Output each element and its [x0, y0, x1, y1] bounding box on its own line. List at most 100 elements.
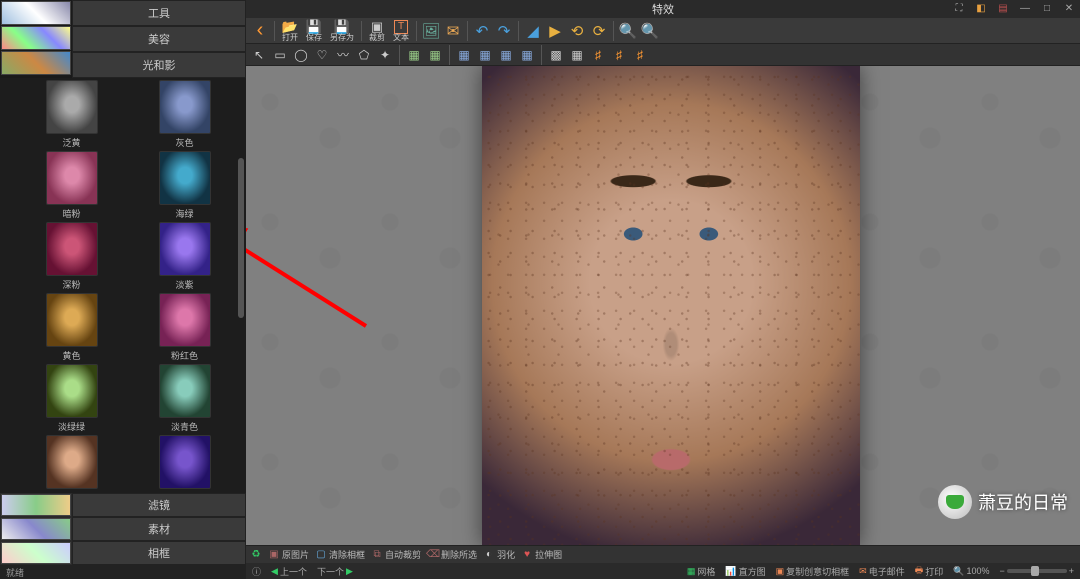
preset-item[interactable]: 淡紫 [143, 222, 226, 291]
grid-icon[interactable]: ▦ [568, 46, 586, 64]
preset-item[interactable]: 深粉 [30, 222, 113, 291]
crop-button[interactable]: ▣裁剪 [366, 19, 388, 43]
preset-item[interactable]: 淡青色 [143, 364, 226, 433]
effect3-icon[interactable]: ▦ [497, 46, 515, 64]
print-icon: 🖶 [915, 563, 924, 579]
preset-grid[interactable]: 泛黄 灰色 暗粉 海绿 深粉 淡紫 黄色 粉红色 淡绿绿 淡青色 橙黄 紫色 [0, 78, 246, 493]
polygon-icon[interactable]: ⬠ [355, 46, 373, 64]
back-icon[interactable]: ‹ [250, 21, 270, 41]
auto-crop-button[interactable]: ⧉自动裁剪 [371, 548, 421, 561]
save-button[interactable]: 💾保存 [303, 19, 325, 43]
sidebar-tab-lightshadow[interactable]: 光和影 [72, 52, 246, 78]
preset-item[interactable]: 淡绿绿 [30, 364, 113, 433]
info-icon[interactable]: ⓘ [252, 565, 261, 578]
email-button[interactable]: ✉电子邮件 [859, 565, 905, 578]
fullscreen-icon[interactable]: ⛶ [952, 1, 966, 15]
main-toolbar: ‹ 📂打开 💾保存 💾另存为 ▣裁剪 T文本 🖼 ✉ ↶ ↷ ◢ ▶ ⟲ ⟳ 🔍… [246, 18, 1080, 44]
prev-button[interactable]: ◀上一个 [271, 565, 307, 578]
maximize-button[interactable]: □ [1040, 1, 1054, 15]
checker-icon[interactable]: ▩ [547, 46, 565, 64]
sidebar-tab-beauty[interactable]: 美容 [72, 26, 246, 52]
rect-select-icon[interactable]: ▭ [271, 46, 289, 64]
preset-item[interactable]: 橙黄 [30, 435, 113, 493]
ellipse-select-icon[interactable]: ◯ [292, 46, 310, 64]
preset-item[interactable]: 灰色 [143, 80, 226, 149]
rotate-right-icon[interactable]: ⟳ [589, 21, 609, 41]
heart-select-icon[interactable]: ♡ [313, 46, 331, 64]
sidebar-tab-filter[interactable]: 滤镜 [72, 493, 246, 517]
snap3-icon[interactable]: ♯ [631, 46, 649, 64]
preset-label: 淡青色 [171, 420, 198, 433]
category-thumb[interactable] [1, 1, 71, 25]
canvas-image[interactable] [482, 66, 860, 545]
saveas-icon: 💾 [334, 20, 350, 34]
slider-track[interactable] [1007, 569, 1067, 573]
sidebar-tab-frame[interactable]: 相框 [72, 541, 246, 565]
close-button[interactable]: ✕ [1062, 1, 1076, 15]
rotate-left-icon[interactable]: ⟲ [567, 21, 587, 41]
histogram-button[interactable]: 📊直方图 [725, 565, 765, 578]
layer1-icon[interactable]: ▦ [405, 46, 423, 64]
preset-item[interactable]: 黄色 [30, 293, 113, 362]
preset-item[interactable]: 粉红色 [143, 293, 226, 362]
delete-selection-button[interactable]: ⌫删除所选 [427, 548, 477, 561]
print-button[interactable]: 🖶打印 [915, 563, 944, 579]
image-tool-icon[interactable]: 🖼 [421, 21, 441, 41]
effect1-icon[interactable]: ▦ [455, 46, 473, 64]
zoom-slider[interactable]: −+ [999, 566, 1074, 576]
grid-label: 网格 [697, 565, 715, 578]
stretch-label: 拉伸图 [535, 548, 562, 561]
clear-frame-button[interactable]: ▢清除相框 [315, 548, 365, 561]
snap1-icon[interactable]: ♯ [589, 46, 607, 64]
separator [416, 21, 417, 41]
text-button[interactable]: T文本 [390, 19, 412, 43]
feather-button[interactable]: ◐羽化 [483, 548, 515, 561]
snap2-icon[interactable]: ♯ [610, 46, 628, 64]
preset-item[interactable]: 紫色 [143, 435, 226, 493]
stretch-button[interactable]: ♥拉伸图 [521, 548, 562, 561]
zoom-display[interactable]: 🔍100% [953, 566, 989, 577]
effect4-icon[interactable]: ▦ [518, 46, 536, 64]
undo-icon[interactable]: ↶ [472, 21, 492, 41]
sidebar: 工具 美容 光和影 泛黄 灰色 暗粉 海绿 深粉 淡紫 黄色 粉红色 淡绿绿 淡… [0, 0, 246, 579]
separator [541, 45, 542, 65]
send-icon[interactable]: ✉ [443, 21, 463, 41]
preset-item[interactable]: 暗粉 [30, 151, 113, 220]
sidebar-tab-tools[interactable]: 工具 [72, 0, 246, 26]
category-thumb[interactable] [1, 494, 71, 516]
next-button[interactable]: 下一个▶ [317, 565, 353, 578]
clip-button[interactable]: ▣复制创意切相框 [776, 565, 850, 578]
flip-h-icon[interactable]: ◢ [523, 21, 543, 41]
zoom-in-icon[interactable]: 🔍 [618, 21, 638, 41]
category-thumb[interactable] [1, 51, 71, 75]
original-button[interactable]: ▣原图片 [268, 548, 309, 561]
layer2-icon[interactable]: ▦ [426, 46, 444, 64]
settings-icon[interactable]: ◧ [974, 1, 988, 15]
grid-button[interactable]: ▦网格 [687, 565, 716, 578]
preset-item[interactable]: 泛黄 [30, 80, 113, 149]
minimize-button[interactable]: — [1018, 1, 1032, 15]
flip-v-icon[interactable]: ▶ [545, 21, 565, 41]
category-thumb[interactable] [1, 26, 71, 50]
feather-icon: ◐ [483, 549, 495, 561]
wand-icon[interactable]: ✦ [376, 46, 394, 64]
lasso-icon[interactable]: 〰 [334, 46, 352, 64]
recycle-button[interactable]: ♻ [250, 549, 262, 561]
note-icon[interactable]: ▤ [996, 1, 1010, 15]
open-button[interactable]: 📂打开 [279, 19, 301, 43]
scrollbar-thumb[interactable] [238, 158, 244, 318]
sidebar-tab-material[interactable]: 素材 [72, 517, 246, 541]
saveas-button[interactable]: 💾另存为 [327, 19, 357, 43]
zoom-out-icon[interactable]: 🔍 [640, 21, 660, 41]
category-thumb[interactable] [1, 518, 71, 540]
preset-label: 暗粉 [62, 207, 80, 220]
watermark-icon [938, 485, 972, 519]
redo-icon[interactable]: ↷ [494, 21, 514, 41]
preset-thumb [46, 222, 98, 276]
category-thumb[interactable] [1, 542, 71, 564]
canvas-area[interactable]: 萧豆的日常 [246, 66, 1080, 545]
arrow-tool-icon[interactable]: ↖ [250, 46, 268, 64]
preset-label: 泛黄 [62, 136, 80, 149]
preset-item[interactable]: 海绿 [143, 151, 226, 220]
effect2-icon[interactable]: ▦ [476, 46, 494, 64]
